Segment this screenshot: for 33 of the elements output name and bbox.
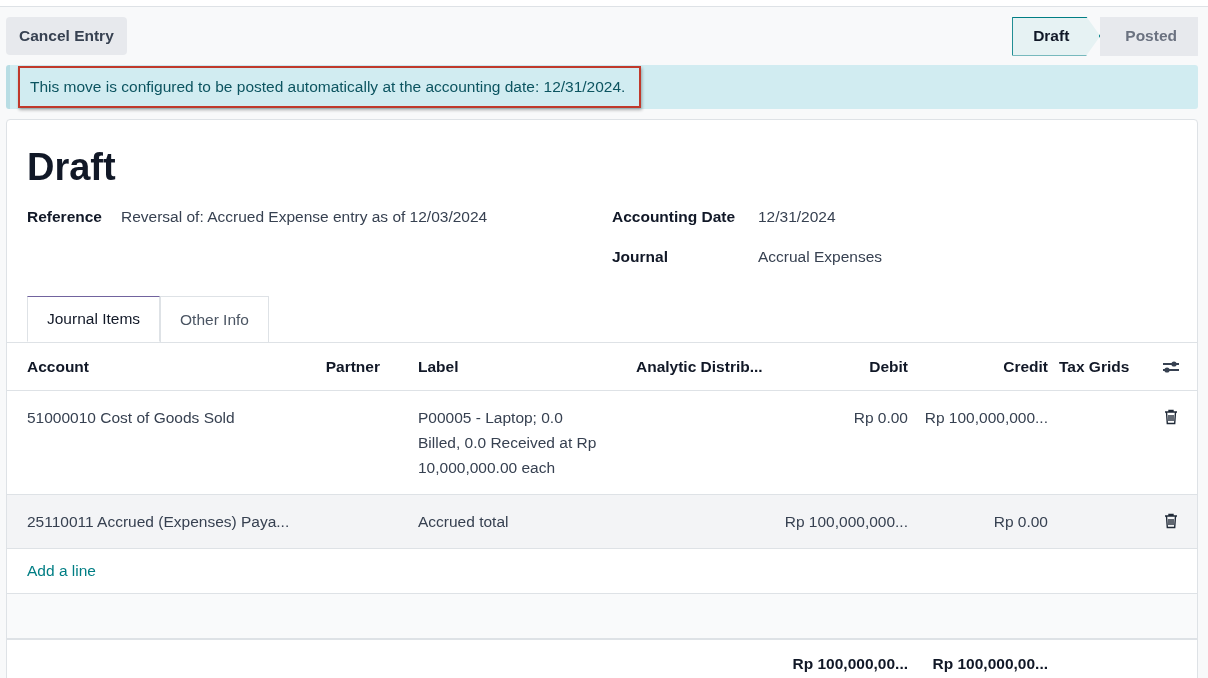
field-label: Journal — [612, 248, 669, 266]
column-header[interactable]: Debit — [869, 357, 908, 376]
field-value: 12/31/2024 — [758, 208, 836, 226]
table-cell-text: Accrued total — [418, 512, 510, 532]
column-header[interactable]: Partner — [325, 357, 380, 376]
debit-total: Rp 100,000,00... — [792, 655, 908, 673]
table-cell-text: Rp 0.00 — [993, 512, 1048, 532]
field-value: Accrual Expenses — [758, 248, 883, 266]
table-cell-text: 51000010 Cost of Goods Sold — [27, 408, 236, 428]
field-value: Reversal of: Accrued Expense entry as of 12/03/2024 — [121, 208, 488, 226]
column-header[interactable]: Account — [27, 357, 311, 376]
column-header[interactable]: Tax Grids — [1059, 357, 1146, 376]
column-header[interactable]: Label — [418, 357, 636, 376]
table-cell-text: Rp 0.00 — [853, 408, 908, 428]
trash-icon[interactable] — [1164, 513, 1178, 529]
table-cell-text: Rp 100,000,000... — [924, 408, 1048, 428]
field-label: Reference — [27, 208, 103, 226]
status-step[interactable]: Posted — [1100, 16, 1198, 56]
record-title: Draft — [27, 145, 117, 190]
alert-message: This move is configured to be posted automatically at the accounting date: 12/31/2024. — [18, 66, 642, 108]
credit-total: Rp 100,000,00... — [932, 655, 1048, 673]
column-header[interactable]: Credit — [1003, 357, 1048, 376]
add-line-link[interactable]: Add a line — [27, 562, 96, 580]
table-cell-text: 25110011 Accrued (Expenses) Paya... — [27, 512, 291, 532]
tab[interactable]: Journal Items — [27, 296, 161, 342]
tab[interactable]: Other Info — [160, 296, 269, 342]
field-label: Accounting Date — [612, 208, 737, 226]
column-header[interactable]: Analytic Distrib... — [636, 357, 786, 376]
table-cell-text: Rp 100,000,000... — [784, 512, 908, 532]
status-step[interactable]: Draft — [1012, 16, 1101, 56]
table-cell-text: P00005 - Laptop; 0.0 Billed, 0.0 Received at Rp 10,000,000.00 each — [418, 408, 598, 478]
cancel-entry-button[interactable]: Cancel Entry — [6, 17, 127, 55]
trash-icon[interactable] — [1164, 409, 1178, 425]
